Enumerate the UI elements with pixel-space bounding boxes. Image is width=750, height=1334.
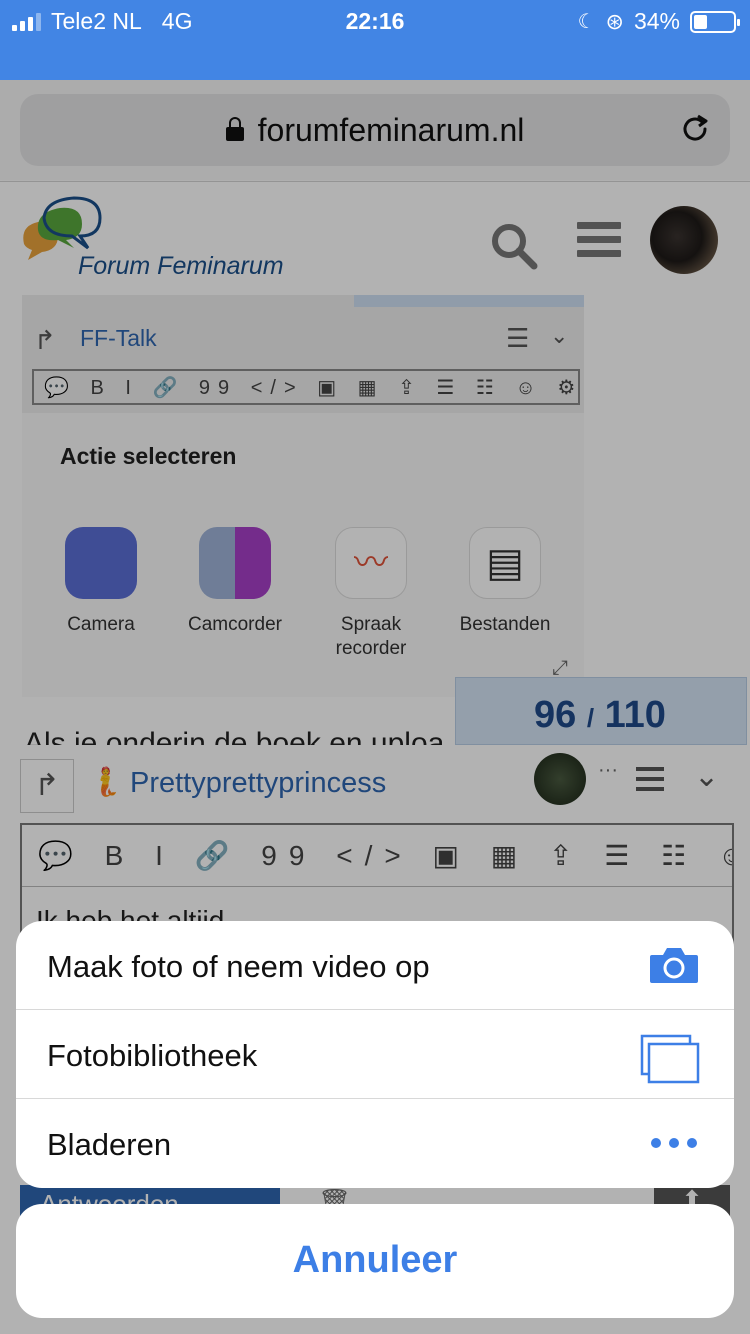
more-icon bbox=[651, 1138, 697, 1148]
status-bar: Tele2 NL 4G 22:16 ☾ ⊛ 34% bbox=[0, 0, 750, 80]
photo-library-option[interactable]: Fotobibliotheek bbox=[16, 1010, 734, 1099]
take-photo-option[interactable]: Maak foto of neem video op bbox=[16, 921, 734, 1010]
action-sheet: Maak foto of neem video op Fotobibliothe… bbox=[16, 921, 734, 1188]
moon-icon: ☾ bbox=[577, 11, 596, 33]
photo-library-icon bbox=[640, 1034, 700, 1084]
battery-percent: 34% bbox=[633, 8, 680, 34]
rotation-lock-icon: ⊛ bbox=[605, 8, 624, 34]
camera-icon bbox=[650, 948, 698, 983]
browse-option[interactable]: Bladeren bbox=[16, 1099, 734, 1188]
battery-icon bbox=[690, 10, 740, 33]
cancel-button[interactable]: Annuleer bbox=[16, 1204, 734, 1318]
